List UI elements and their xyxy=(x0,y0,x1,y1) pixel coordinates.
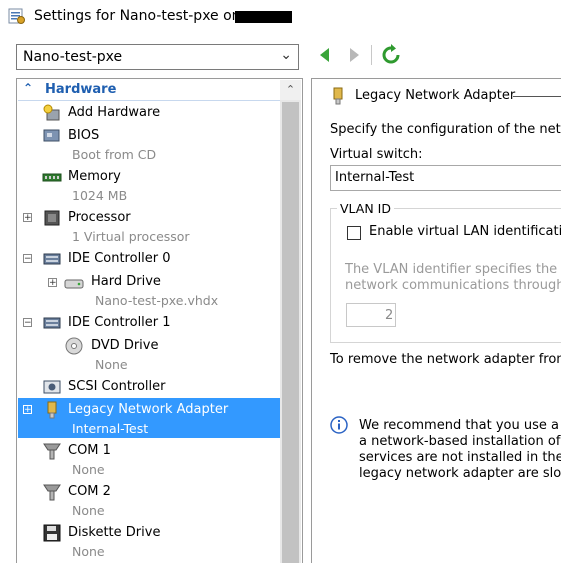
tree-item-hard-drive[interactable]: Hard Drive xyxy=(91,274,161,289)
ide-controller-icon xyxy=(42,250,62,268)
tree-item-diskette-drive-detail: None xyxy=(72,544,105,559)
info-text-1: We recommend that you use a leg xyxy=(359,418,561,433)
tree-item-ide-controller-1[interactable]: IDE Controller 1 xyxy=(68,315,171,330)
tree-item-bios[interactable]: BIOS xyxy=(68,128,99,143)
collapse-minus-icon[interactable]: − xyxy=(23,254,32,264)
info-text-4: legacy network adapter are slowe xyxy=(359,466,561,481)
vlan-group-label: VLAN ID xyxy=(337,201,394,216)
tree-item-dvd-drive[interactable]: DVD Drive xyxy=(91,338,158,353)
virtual-switch-value: Internal-Test xyxy=(335,170,415,185)
info-icon xyxy=(330,416,348,434)
section-header-hardware[interactable]: ⌃ Hardware xyxy=(18,80,280,101)
section-header-label: Hardware xyxy=(45,82,117,97)
ide-controller-icon xyxy=(42,314,62,332)
tree-scrollbar[interactable]: ⌃ xyxy=(280,80,301,563)
tree-item-add-hardware[interactable]: Add Hardware xyxy=(68,105,160,120)
bios-icon xyxy=(42,127,62,145)
tree-item-legacy-network-adapter-detail: Internal-Test xyxy=(72,421,149,436)
com-port-icon xyxy=(42,442,62,460)
tree-item-memory-detail: 1024 MB xyxy=(72,188,128,203)
tree-item-hard-drive-detail: Nano-test-pxe.vhdx xyxy=(95,293,219,308)
chevron-down-icon: ⌄ xyxy=(280,47,292,63)
vm-select-value: Nano-test-pxe xyxy=(23,49,123,65)
virtual-switch-label: Virtual switch: xyxy=(330,147,423,162)
expand-plus-icon[interactable]: + xyxy=(23,405,32,415)
title-bar: Settings for Nano-test-pxe on xyxy=(0,0,561,34)
tree-item-processor[interactable]: Processor xyxy=(68,210,131,225)
tree-item-diskette-drive[interactable]: Diskette Drive xyxy=(68,525,160,540)
tree-item-ide-controller-0[interactable]: IDE Controller 0 xyxy=(68,251,171,266)
vlan-id-value: 2 xyxy=(385,308,394,323)
tree-item-com-1-detail: None xyxy=(72,462,105,477)
network-adapter-icon xyxy=(328,87,348,105)
collapse-minus-icon[interactable]: − xyxy=(23,318,32,328)
add-hardware-icon xyxy=(42,104,62,122)
toolbar-divider xyxy=(371,45,372,65)
info-text-2: a network-based installation of th xyxy=(359,434,561,449)
vlan-checkbox-label[interactable]: Enable virtual LAN identification xyxy=(369,224,561,239)
window-title: Settings for Nano-test-pxe on xyxy=(34,8,241,24)
diskette-drive-icon xyxy=(42,524,62,542)
tree-item-com-2-detail: None xyxy=(72,503,105,518)
tree-item-processor-detail: 1 Virtual processor xyxy=(72,229,190,244)
detail-heading: Legacy Network Adapter xyxy=(355,88,516,103)
info-text-3: services are not installed in the gu xyxy=(359,450,561,465)
collapse-chevron-icon[interactable]: ⌃ xyxy=(23,81,33,95)
vlan-id-input[interactable]: 2 xyxy=(346,303,396,327)
tree-item-bios-detail: Boot from CD xyxy=(72,147,157,162)
hard-drive-icon xyxy=(64,274,84,292)
dvd-drive-icon xyxy=(64,337,84,355)
expand-plus-icon[interactable]: + xyxy=(48,278,57,288)
redacted-host-name xyxy=(235,11,292,23)
vlan-help-text-1: The VLAN identifier specifies the virt xyxy=(345,262,561,277)
vm-select[interactable]: Nano-test-pxe ⌄ xyxy=(16,44,299,70)
vlan-help-text-2: network communications through thi xyxy=(345,278,561,293)
tree-item-scsi-controller[interactable]: SCSI Controller xyxy=(68,379,166,394)
back-arrow-icon[interactable] xyxy=(317,44,333,66)
virtual-switch-select[interactable]: Internal-Test xyxy=(330,165,561,191)
vlan-enable-checkbox[interactable] xyxy=(347,226,361,240)
network-adapter-icon xyxy=(42,401,62,419)
heading-rule xyxy=(513,96,561,97)
expand-plus-icon[interactable]: + xyxy=(23,213,32,223)
processor-icon xyxy=(42,209,62,227)
tree-item-memory[interactable]: Memory xyxy=(68,169,121,184)
remove-adapter-text: To remove the network adapter from t xyxy=(330,352,561,367)
tree-item-com-1[interactable]: COM 1 xyxy=(68,443,111,458)
tree-item-dvd-drive-detail: None xyxy=(95,357,128,372)
scrollbar-thumb[interactable] xyxy=(282,102,299,563)
tree-item-legacy-network-adapter[interactable]: Legacy Network Adapter xyxy=(68,402,228,417)
detail-description: Specify the configuration of the netwo xyxy=(330,122,561,137)
forward-arrow-icon[interactable] xyxy=(346,44,362,66)
tree-item-com-2[interactable]: COM 2 xyxy=(68,484,111,499)
refresh-icon[interactable] xyxy=(380,44,402,66)
scsi-controller-icon xyxy=(42,378,62,396)
memory-icon xyxy=(42,169,62,187)
com-port-icon xyxy=(42,483,62,501)
scroll-up-icon[interactable]: ⌃ xyxy=(280,80,301,100)
settings-window-icon xyxy=(8,7,26,25)
